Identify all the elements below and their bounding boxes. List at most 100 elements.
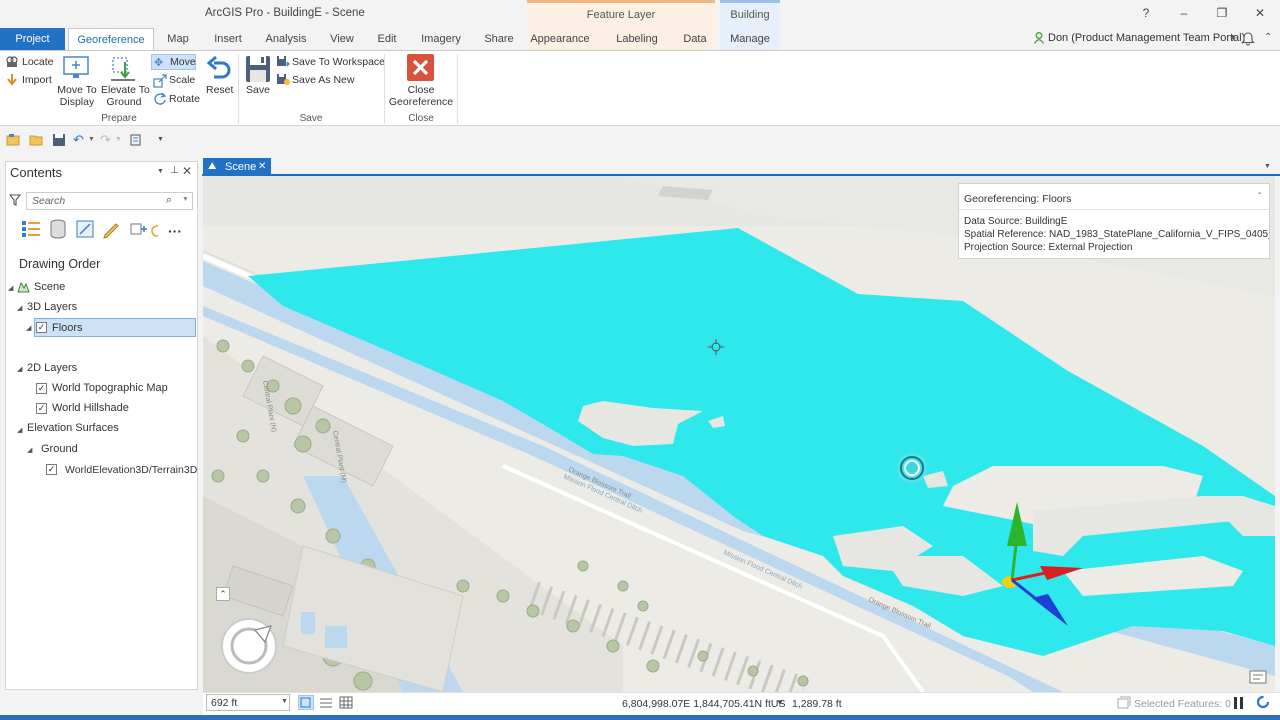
tab-project[interactable]: Project — [0, 28, 65, 50]
contents-menu-icon[interactable]: ▼ — [157, 168, 164, 175]
list-by-editing-icon[interactable] — [101, 219, 121, 239]
maximize-button[interactable]: ❐ — [1212, 6, 1232, 22]
2d-layers-expand-icon[interactable]: ◢ — [17, 365, 22, 373]
table-icon[interactable] — [338, 695, 354, 710]
close-group-label: Close — [408, 113, 434, 124]
close-window-button[interactable]: ✕ — [1250, 6, 1270, 22]
tab-imagery[interactable]: Imagery — [417, 28, 465, 50]
selected-features-count[interactable]: Selected Features: 0 — [1134, 698, 1231, 710]
scale-dropdown-icon[interactable]: ▼ — [281, 698, 288, 705]
3d-layers-expand-icon[interactable]: ◢ — [17, 304, 22, 312]
pin-icon[interactable]: ⊥ — [170, 165, 179, 176]
tab-labeling[interactable]: Labeling — [593, 28, 681, 50]
ribbon-separator — [238, 54, 239, 124]
save-as-new-button[interactable]: Save As New — [292, 74, 354, 86]
floors-expand-icon[interactable]: ◢ — [26, 324, 31, 332]
tree-item-world-hillshade[interactable]: World Hillshade — [52, 402, 129, 414]
customize-icon[interactable] — [130, 134, 144, 146]
navigator-control[interactable] — [219, 616, 279, 676]
rotate-button[interactable]: Rotate — [169, 93, 200, 105]
expand-navigator-button[interactable]: ⌃ — [216, 587, 230, 601]
reset-icon — [204, 54, 234, 84]
search-icon[interactable]: ⌕ — [166, 194, 172, 207]
tab-data[interactable]: Data — [675, 28, 715, 50]
tree-item-world-elevation[interactable]: WorldElevation3D/Terrain3D — [65, 464, 197, 476]
map-tips-icon[interactable] — [1249, 670, 1267, 684]
tab-appearance[interactable]: Appearance — [527, 28, 593, 50]
elevate-to-ground-icon — [107, 54, 139, 84]
new-project-icon[interactable] — [6, 134, 20, 146]
open-project-icon[interactable] — [29, 134, 43, 146]
filter-icon[interactable] — [8, 194, 22, 206]
list-by-snapping-icon[interactable] — [128, 219, 148, 239]
tab-georeference[interactable]: Georeference — [68, 28, 154, 50]
search-dropdown-icon[interactable]: ▼ — [182, 196, 189, 203]
tree-item-2d-layers[interactable]: 2D Layers — [27, 362, 77, 374]
more-options-icon[interactable]: ··· — [168, 223, 182, 239]
coordinate-format-dropdown-icon[interactable]: ▼ — [776, 698, 784, 707]
scene-expand-icon[interactable]: ◢ — [8, 284, 13, 292]
tab-map[interactable]: Map — [160, 28, 196, 50]
ground-expand-icon[interactable]: ◢ — [27, 446, 32, 454]
undo-icon[interactable]: ↶ — [73, 132, 84, 148]
qat-dropdown-icon[interactable]: ▼ — [157, 136, 164, 143]
collapse-ribbon-icon[interactable]: ⌃ — [1264, 32, 1272, 43]
snapping-icon[interactable] — [298, 695, 314, 710]
tab-manage[interactable]: Manage — [720, 28, 780, 50]
info-collapse-icon[interactable]: - — [1258, 188, 1261, 199]
search-input[interactable]: Search ⌕ ▼ — [26, 192, 193, 210]
list-by-data-source-icon[interactable] — [48, 219, 68, 239]
notifications-bell-icon[interactable] — [1241, 30, 1255, 46]
redo-dropdown-icon[interactable]: ▼ — [115, 136, 122, 143]
tab-view[interactable]: View — [325, 28, 359, 50]
save-as-new-icon — [276, 73, 290, 86]
locate-button[interactable]: Locate — [22, 56, 54, 68]
save-project-icon[interactable] — [52, 134, 66, 146]
scale-selector[interactable]: 692 ft ▼ — [206, 694, 290, 711]
elevation-expand-icon[interactable]: ◢ — [17, 426, 22, 434]
floors-checkbox[interactable]: ✓ — [36, 322, 47, 333]
list-by-labeling-icon[interactable] — [150, 219, 158, 239]
import-button[interactable]: Import — [22, 74, 52, 86]
grid-icon[interactable] — [318, 695, 334, 710]
tab-edit[interactable]: Edit — [372, 28, 402, 50]
world-elevation-checkbox[interactable]: ✓ — [46, 464, 57, 475]
pause-drawing-icon[interactable] — [1233, 696, 1245, 710]
list-by-selection-icon[interactable] — [75, 219, 95, 239]
minimize-button[interactable]: – — [1174, 6, 1194, 22]
refresh-icon[interactable] — [1256, 695, 1270, 709]
tree-item-ground[interactable]: Ground — [41, 443, 78, 455]
undo-dropdown-icon[interactable]: ▼ — [88, 136, 95, 143]
tree-item-floors[interactable]: Floors — [52, 322, 83, 334]
tree-item-world-topographic-map[interactable]: World Topographic Map — [52, 382, 168, 394]
redo-icon[interactable]: ↷ — [100, 132, 111, 148]
move-button[interactable]: ✥ Move — [151, 54, 196, 70]
reset-button[interactable]: Reset — [206, 84, 233, 96]
close-pane-icon[interactable]: ✕ — [182, 164, 192, 178]
save-to-workspace-button[interactable]: Save To Workspace — [292, 56, 385, 68]
tree-item-scene[interactable]: Scene — [34, 281, 65, 293]
tab-insert[interactable]: Insert — [208, 28, 248, 50]
tree-item-elevation-surfaces[interactable]: Elevation Surfaces — [27, 422, 119, 434]
tab-scene[interactable]: ⛰ Scene ✕ — [203, 158, 271, 176]
pivot-point-handle[interactable] — [897, 453, 927, 483]
save-button[interactable]: Save — [244, 84, 272, 96]
move-to-display-button[interactable]: Move To Display — [57, 84, 97, 108]
close-scene-tab-icon[interactable]: ✕ — [258, 158, 266, 176]
close-line2: Georeference — [388, 96, 454, 108]
elevate-to-ground-button[interactable]: Elevate To Ground — [101, 84, 150, 108]
tree-item-3d-layers[interactable]: 3D Layers — [27, 301, 77, 313]
user-account[interactable]: Don (Product Management Team Portal) — [1048, 32, 1245, 44]
view-tab-dropdown-icon[interactable]: ▼ — [1264, 163, 1271, 170]
tab-share[interactable]: Share — [480, 28, 518, 50]
help-button[interactable]: ? — [1136, 6, 1156, 22]
close-georeference-button[interactable]: Close Georeference — [388, 84, 454, 108]
list-by-drawing-order-icon[interactable] — [20, 219, 42, 239]
hillshade-checkbox[interactable]: ✓ — [36, 403, 47, 414]
topo-checkbox[interactable]: ✓ — [36, 383, 47, 394]
user-dropdown-icon[interactable]: ▼ — [1229, 33, 1237, 42]
tab-analysis[interactable]: Analysis — [262, 28, 310, 50]
locate-icon — [5, 55, 19, 69]
save-icon — [244, 54, 272, 84]
scale-button[interactable]: Scale — [169, 74, 195, 86]
